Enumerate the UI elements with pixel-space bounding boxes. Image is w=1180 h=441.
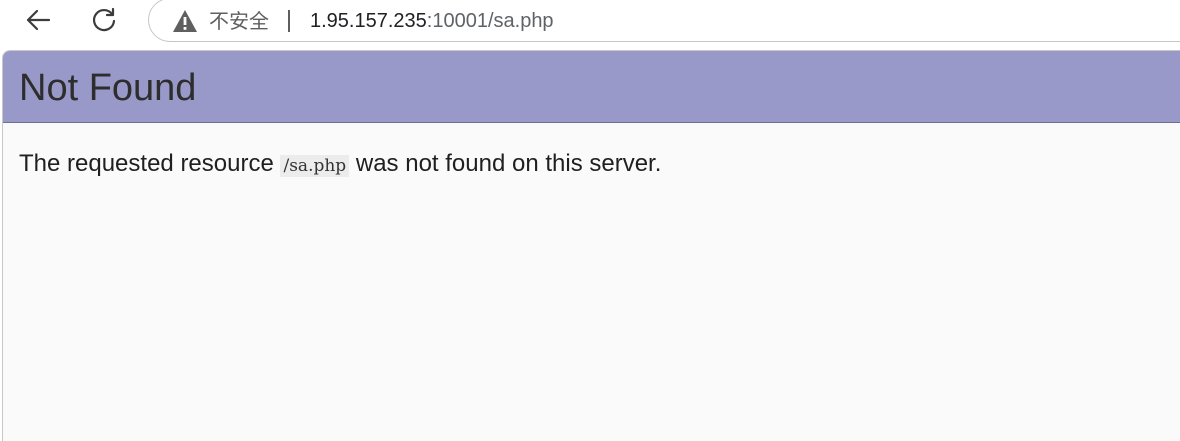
message-suffix: was not found on this server. <box>349 150 662 177</box>
error-message: The requested resource /sa.php was not f… <box>19 149 661 181</box>
resource-path: /sa.php <box>280 155 350 177</box>
back-button[interactable] <box>22 4 54 36</box>
address-bar[interactable] <box>148 0 1180 42</box>
page-content: Not Found The requested resource /sa.php… <box>2 50 1180 441</box>
url-path: :10001/sa.php <box>426 10 554 32</box>
omnibox-divider <box>288 10 290 32</box>
url-host: 1.95.157.235 <box>310 10 427 32</box>
warning-triangle-icon[interactable] <box>172 9 198 33</box>
arrow-left-icon <box>26 9 51 31</box>
message-prefix: The requested resource <box>19 150 281 177</box>
browser-toolbar: 不安全 1.95.157.235:10001/sa.php <box>0 0 1180 46</box>
title-banner: Not Found <box>3 51 1180 123</box>
url-text[interactable]: 1.95.157.235:10001/sa.php <box>310 9 554 33</box>
reload-button[interactable] <box>88 4 120 36</box>
page-title: Not Found <box>19 67 197 109</box>
security-status-label[interactable]: 不安全 <box>209 9 269 33</box>
reload-icon <box>92 7 116 32</box>
